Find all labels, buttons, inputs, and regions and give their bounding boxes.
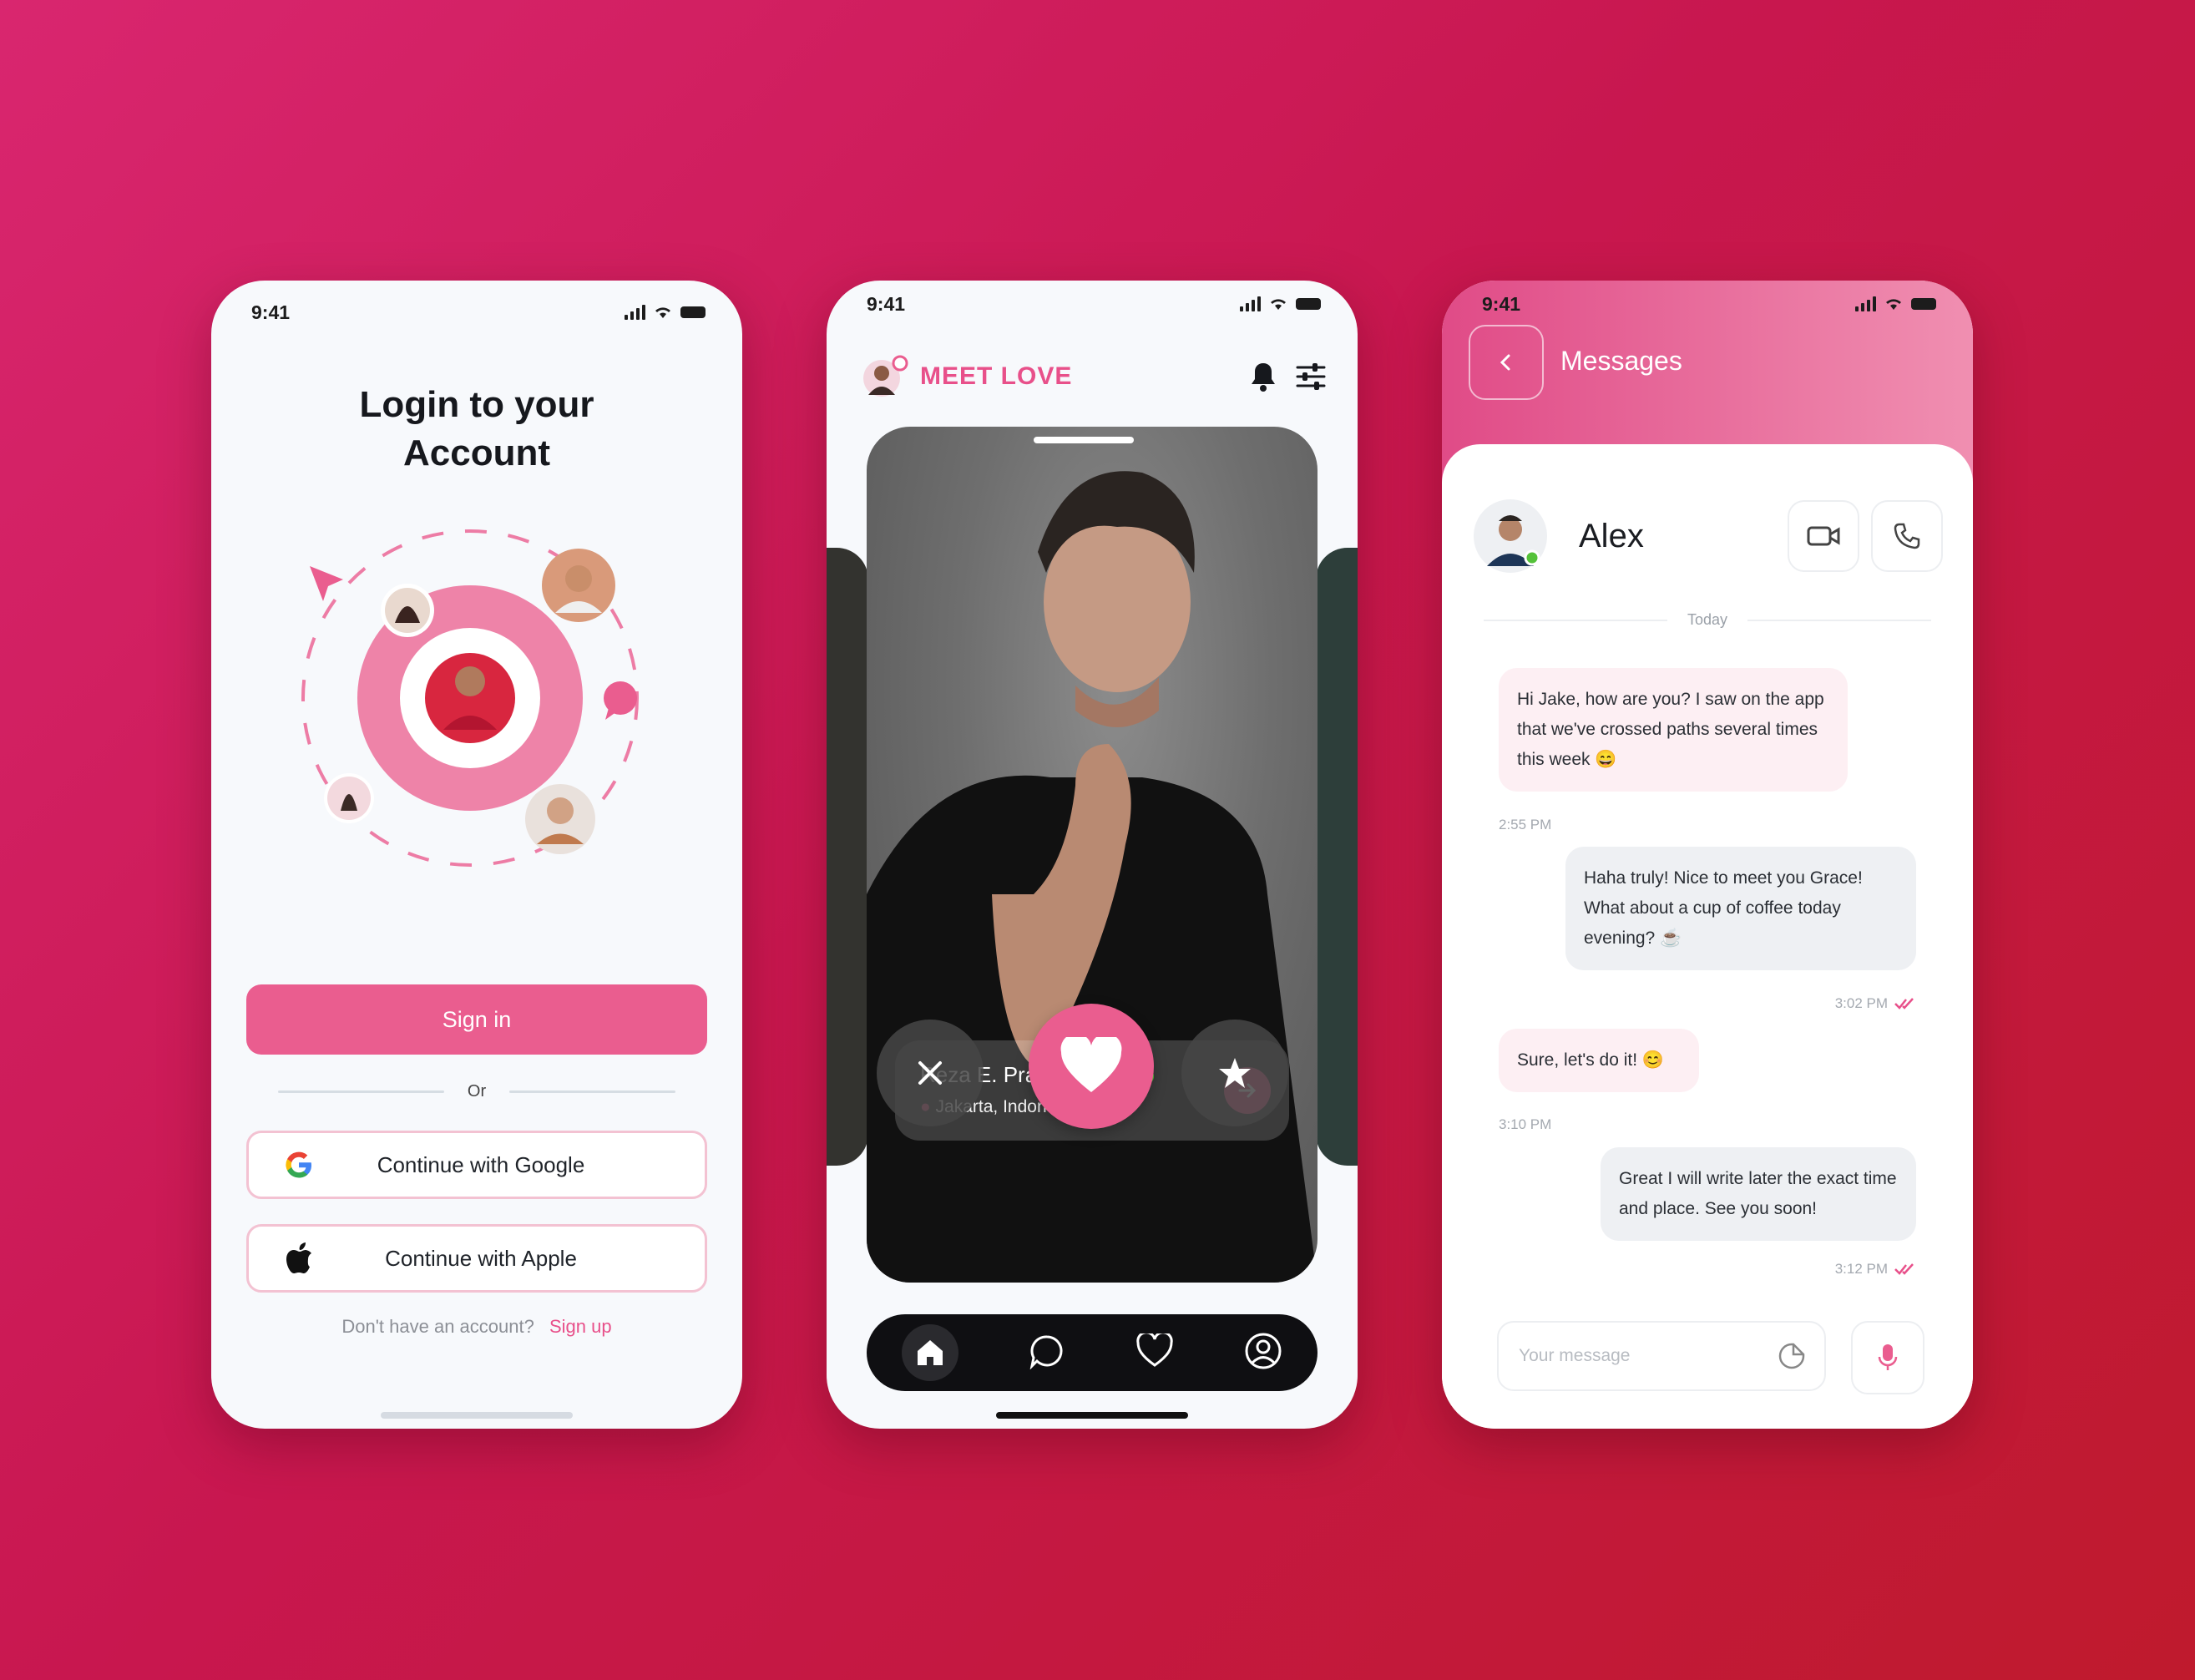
contact-name: Alex [1579,517,1644,554]
signal-icon [625,305,645,320]
logo-avatar-icon [863,355,908,397]
status-time: 9:41 [867,292,906,315]
message-timestamp: 3:10 PM [1499,1116,1552,1132]
profile-card[interactable]: Reza E. Prasetyo, 26 ● Jakarta, Indonesi… [867,427,1318,1283]
bottom-nav [867,1314,1318,1391]
messages-phone: 9:41 Messages Alex Today Hi Jake, how ar… [1442,281,1973,1429]
double-check-icon [1894,1263,1914,1275]
message-timestamp-row: 3:12 PM [1835,1261,1916,1278]
message-bubble-incoming: Hi Jake, how are you? I saw on the app t… [1499,668,1848,792]
status-bar: 9:41 [251,296,706,329]
video-call-icon [1807,526,1840,546]
message-bubble-outgoing: Great I will write later the exact time … [1601,1147,1916,1241]
status-time: 9:41 [1482,292,1521,315]
nav-chat[interactable] [1029,1333,1065,1373]
no-account-text: Don't have an account? [341,1316,534,1337]
login-phone: 9:41 Login to your Account Sign in Or Co… [211,281,742,1429]
google-icon [274,1150,324,1180]
message-timestamp: 2:55 PM [1499,817,1552,832]
signal-icon [1855,296,1876,311]
signup-prompt: Don't have an account? Sign up [211,1316,742,1338]
sign-in-button[interactable]: Sign in [246,984,707,1055]
sticker-icon[interactable] [1778,1342,1806,1370]
center-avatar [425,653,515,743]
battery-icon [1296,298,1321,310]
prev-card-peek [827,548,868,1166]
profile-photo [867,437,1318,1283]
title-line-1: Login to your [359,384,594,425]
wifi-icon [1886,299,1901,310]
apple-label: Continue with Apple [385,1245,577,1271]
back-button[interactable] [1469,325,1544,400]
signal-icon [1240,296,1261,311]
dislike-button[interactable] [877,1020,984,1126]
match-orbit-illustration [301,529,639,867]
filter-sliders-icon[interactable] [1294,360,1328,393]
continue-google-button[interactable]: Continue with Google [246,1131,707,1199]
title-line-2: Account [403,433,550,473]
star-icon [1219,1058,1251,1088]
home-indicator [996,1412,1188,1419]
status-bar: 9:41 [1482,287,1936,321]
avatar-top-right [542,549,615,622]
sign-up-link[interactable]: Sign up [549,1316,612,1337]
message-timestamp-row: 3:02 PM [1835,995,1916,1012]
message-bubble-incoming: Sure, let's do it! 😊 [1499,1029,1699,1092]
battery-icon [680,306,706,318]
chat-icon [1029,1335,1063,1370]
or-label: Or [467,1082,487,1101]
avatar-top-left [381,584,434,637]
message-input[interactable] [1517,1345,1778,1367]
wifi-icon [1271,299,1286,310]
next-card-peek [1316,548,1358,1166]
page-title: Login to your Account [211,381,742,478]
continue-apple-button[interactable]: Continue with Apple [246,1224,707,1293]
apple-icon [274,1242,324,1275]
home-icon [918,1340,943,1365]
chat-bubble-icon [604,681,637,720]
phone-icon [1894,523,1920,549]
day-label: Today [1687,611,1728,628]
page-title: Messages [1560,346,1682,376]
app-name: MEET LOVE [920,362,1073,390]
home-indicator [381,1412,573,1419]
avatar[interactable] [1472,498,1549,574]
video-call-button[interactable] [1788,500,1859,572]
chat-panel: Alex Today Hi Jake, how are you? I saw o… [1442,444,1973,1429]
message-bubble-outgoing: Haha truly! Nice to meet you Grace! What… [1565,847,1916,970]
message-input-box[interactable] [1497,1321,1826,1391]
nav-likes[interactable] [1135,1331,1174,1372]
heart-outline-icon [1136,1331,1173,1367]
superlike-button[interactable] [1181,1020,1288,1126]
status-time: 9:41 [251,301,291,323]
or-divider: Or [278,1082,675,1101]
like-button[interactable] [1029,1004,1154,1129]
double-check-icon [1894,998,1914,1010]
wifi-icon [655,307,670,318]
voice-message-button[interactable] [1851,1321,1924,1394]
nav-profile[interactable] [1244,1332,1282,1374]
message-timestamp: 3:12 PM [1834,1261,1888,1277]
day-separator: Today [1484,611,1932,629]
send-icon [310,566,343,601]
heart-icon [1060,1037,1122,1092]
voice-call-button[interactable] [1871,500,1943,572]
discover-phone: 9:41 MEET LOVE Reza E. Prasetyo, 26 Jaka… [827,281,1358,1429]
mic-icon [1878,1344,1898,1370]
google-label: Continue with Google [377,1151,585,1177]
message-timestamp: 3:02 PM [1834,995,1888,1011]
battery-icon [1911,298,1936,310]
profile-icon [1245,1333,1282,1369]
avatar-bottom-left [324,773,374,823]
close-icon [918,1061,942,1085]
chat-contact-header: Alex [1472,494,1943,578]
bell-icon[interactable] [1249,361,1277,392]
app-header: MEET LOVE [862,347,1328,406]
nav-home[interactable] [902,1324,958,1381]
status-bar: 9:41 [867,287,1321,321]
avatar-bottom-right [525,784,595,854]
back-icon [1500,354,1510,371]
